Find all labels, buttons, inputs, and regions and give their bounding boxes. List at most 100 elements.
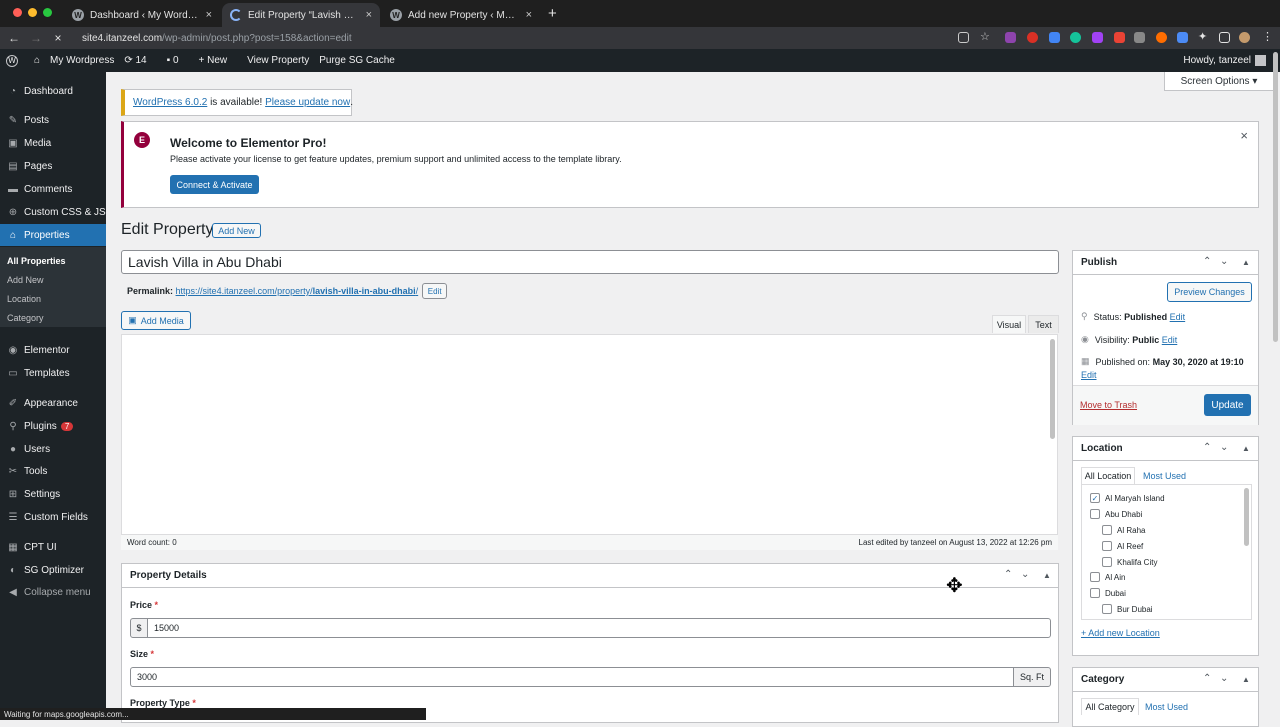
updates-icon[interactable]: ⟳ 14 bbox=[124, 55, 156, 66]
dismiss-notice-icon[interactable]: × bbox=[1240, 128, 1248, 143]
tab-most-used-category[interactable]: Most Used bbox=[1145, 698, 1188, 715]
submenu-add-new[interactable]: Add New bbox=[7, 275, 44, 285]
edit-visibility-link[interactable]: Edit bbox=[1162, 335, 1178, 345]
sidebar-item-comments[interactable]: ▬ Comments bbox=[0, 178, 106, 200]
wordpress-version-link[interactable]: WordPress 6.0.2 bbox=[133, 97, 207, 108]
tab-most-used-location[interactable]: Most Used bbox=[1143, 467, 1186, 484]
profile-avatar-icon[interactable] bbox=[1239, 32, 1250, 43]
toggle-panel-icon[interactable]: ▲ bbox=[1242, 444, 1250, 453]
browser-tab-add-property[interactable]: W Add new Property ‹ My Wordp × bbox=[382, 3, 540, 27]
location-item[interactable]: Khalifa City bbox=[1102, 557, 1157, 567]
close-tab-icon[interactable]: × bbox=[206, 9, 212, 21]
new-content-link[interactable]: + New bbox=[199, 55, 238, 66]
sidebar-item-posts[interactable]: ✎ Posts bbox=[0, 109, 106, 131]
back-icon[interactable]: ← bbox=[3, 31, 25, 45]
checkbox-icon[interactable] bbox=[1102, 557, 1112, 567]
sidebar-item-sg-optimizer[interactable]: ◐ SG Optimizer bbox=[0, 559, 106, 581]
post-title-input[interactable]: Lavish Villa in Abu Dhabi bbox=[121, 250, 1059, 274]
side-panel-icon[interactable] bbox=[1219, 32, 1230, 43]
sidebar-item-appearance[interactable]: ✐ Appearance bbox=[0, 392, 106, 414]
sidebar-item-users[interactable]: ● Users bbox=[0, 438, 106, 460]
browser-menu-icon[interactable]: ⋮ bbox=[1262, 30, 1273, 43]
page-scrollbar[interactable] bbox=[1273, 52, 1278, 342]
sidebar-item-media[interactable]: ▣ Media bbox=[0, 132, 106, 154]
update-now-link[interactable]: Please update now bbox=[265, 97, 350, 108]
location-item[interactable]: Al Reef bbox=[1102, 541, 1143, 551]
extension-icon[interactable] bbox=[1027, 32, 1038, 43]
checkbox-checked-icon[interactable]: ✓ bbox=[1090, 493, 1100, 503]
sidebar-item-properties[interactable]: ⌂ Properties bbox=[0, 224, 106, 246]
add-new-location-link[interactable]: + Add new Location bbox=[1081, 628, 1160, 638]
forward-icon[interactable]: → bbox=[25, 31, 47, 45]
publish-header[interactable]: Publish bbox=[1073, 251, 1258, 275]
location-item[interactable]: Abu Dhabi bbox=[1090, 509, 1142, 519]
edit-permalink-button[interactable]: Edit bbox=[422, 283, 448, 299]
size-input[interactable]: 3000 bbox=[130, 667, 1014, 687]
location-scrollbar[interactable] bbox=[1244, 488, 1249, 546]
screen-options-button[interactable]: Screen Options ▾ bbox=[1164, 72, 1274, 91]
sidebar-item-dashboard[interactable]: ◔ Dashboard bbox=[0, 80, 106, 102]
submenu-category[interactable]: Category bbox=[7, 313, 44, 323]
avatar[interactable] bbox=[1255, 55, 1266, 66]
content-editor[interactable] bbox=[121, 334, 1058, 550]
extension-icon[interactable] bbox=[1134, 32, 1145, 43]
sidebar-item-custom-css-js[interactable]: ⊕ Custom CSS & JS bbox=[0, 201, 106, 223]
checkbox-icon[interactable] bbox=[1102, 541, 1112, 551]
preview-changes-button[interactable]: Preview Changes bbox=[1167, 282, 1252, 302]
sidebar-item-plugins[interactable]: ⚲ Plugins 7 bbox=[0, 415, 106, 437]
connect-activate-button[interactable]: Connect & Activate bbox=[170, 175, 259, 194]
grammarly-icon[interactable] bbox=[1070, 32, 1081, 43]
sidebar-item-collapse[interactable]: ◀ Collapse menu bbox=[0, 581, 106, 603]
move-up-icon[interactable]: ⌃ bbox=[1004, 569, 1012, 580]
move-down-icon[interactable]: ⌄ bbox=[1220, 256, 1228, 267]
price-input[interactable]: 15000 bbox=[147, 618, 1051, 638]
submenu-all-properties[interactable]: All Properties bbox=[7, 256, 66, 266]
howdy-user-link[interactable]: Howdy, tanzeel bbox=[1183, 55, 1251, 66]
wordpress-logo-icon[interactable]: W bbox=[6, 54, 18, 67]
close-tab-icon[interactable]: × bbox=[366, 9, 372, 21]
edit-status-link[interactable]: Edit bbox=[1170, 312, 1186, 322]
bookmark-star-icon[interactable]: ☆ bbox=[980, 30, 991, 43]
browser-tab-dashboard[interactable]: W Dashboard ‹ My Wordpress — × bbox=[64, 3, 220, 27]
comments-icon[interactable]: ▪ 0 bbox=[167, 55, 189, 66]
tab-all-category[interactable]: All Category bbox=[1081, 698, 1139, 715]
edit-date-link[interactable]: Edit bbox=[1081, 370, 1097, 380]
move-down-icon[interactable]: ⌄ bbox=[1021, 569, 1029, 580]
sidebar-item-custom-fields[interactable]: ☰ Custom Fields bbox=[0, 506, 106, 528]
editor-scrollbar[interactable] bbox=[1050, 339, 1055, 439]
toggle-panel-icon[interactable]: ▲ bbox=[1242, 258, 1250, 267]
extension-icon[interactable] bbox=[1156, 32, 1167, 43]
sidebar-item-settings[interactable]: ⊞ Settings bbox=[0, 483, 106, 505]
toggle-panel-icon[interactable]: ▲ bbox=[1242, 675, 1250, 684]
view-property-link[interactable]: View Property bbox=[247, 55, 309, 66]
checkbox-icon[interactable] bbox=[1102, 525, 1112, 535]
stop-loading-icon[interactable]: × bbox=[47, 31, 69, 45]
move-to-trash-link[interactable]: Move to Trash bbox=[1080, 400, 1137, 410]
sidebar-item-tools[interactable]: ✂ Tools bbox=[0, 460, 106, 482]
update-button[interactable]: Update bbox=[1204, 394, 1251, 416]
close-window-icon[interactable] bbox=[13, 8, 22, 17]
site-name-link[interactable]: My Wordpress bbox=[50, 55, 114, 66]
new-tab-icon[interactable]: + bbox=[548, 5, 557, 22]
location-item[interactable]: Dubai bbox=[1090, 588, 1126, 598]
location-header[interactable]: Location bbox=[1073, 437, 1258, 461]
sidebar-item-templates[interactable]: ▭ Templates bbox=[0, 362, 106, 384]
extension-icon[interactable] bbox=[1177, 32, 1188, 43]
sidebar-item-elementor[interactable]: ◉ Elementor bbox=[0, 339, 106, 361]
sidebar-item-pages[interactable]: ▤ Pages bbox=[0, 155, 106, 177]
location-item[interactable]: Bur Dubai bbox=[1102, 604, 1153, 614]
category-header[interactable]: Category bbox=[1073, 668, 1258, 692]
move-down-icon[interactable]: ⌄ bbox=[1220, 673, 1228, 684]
move-down-icon[interactable]: ⌄ bbox=[1220, 442, 1228, 453]
move-up-icon[interactable]: ⌃ bbox=[1203, 442, 1211, 453]
tab-text[interactable]: Text bbox=[1028, 315, 1059, 333]
location-item[interactable]: Al Raha bbox=[1102, 525, 1145, 535]
extension-icon[interactable] bbox=[1114, 32, 1125, 43]
location-item[interactable]: Al Ain bbox=[1090, 572, 1125, 582]
permalink-link[interactable]: https://site4.itanzeel.com/property/lavi… bbox=[176, 286, 419, 296]
checkbox-icon[interactable] bbox=[1090, 588, 1100, 598]
sidebar-item-cpt-ui[interactable]: ▦ CPT UI bbox=[0, 536, 106, 558]
location-item[interactable]: ✓ Al Maryah Island bbox=[1090, 493, 1165, 503]
checkbox-icon[interactable] bbox=[1090, 509, 1100, 519]
checkbox-icon[interactable] bbox=[1102, 604, 1112, 614]
